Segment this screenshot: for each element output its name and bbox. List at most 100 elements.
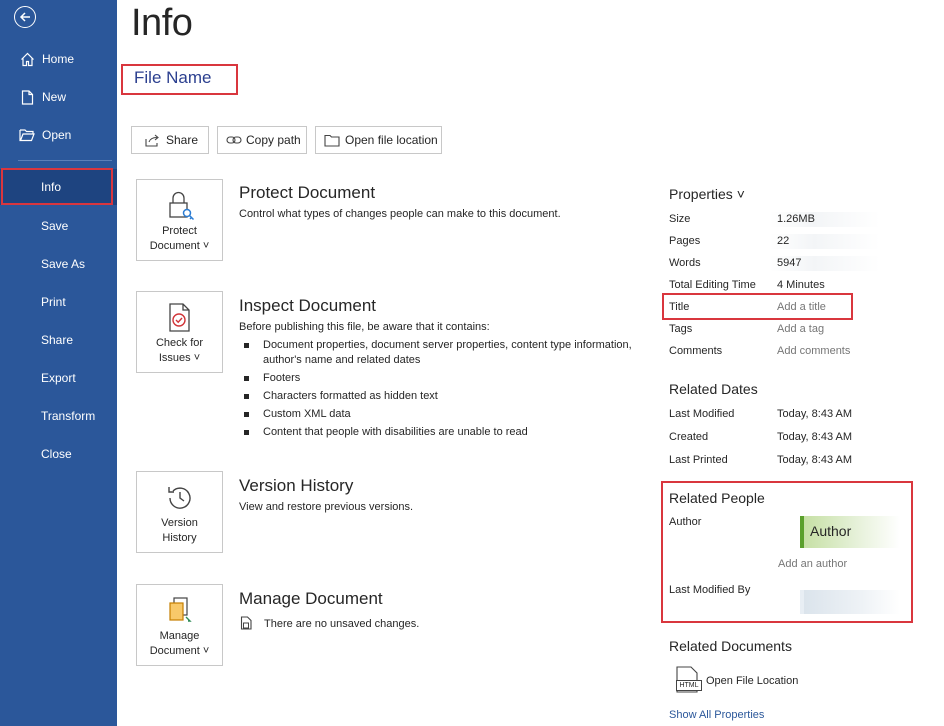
tile-label-line2: History — [162, 532, 197, 544]
sidebar-item-print[interactable]: Print — [0, 283, 117, 321]
sidebar-item-label: Transform — [41, 409, 96, 423]
sidebar-item-label: Save — [41, 219, 69, 233]
show-all-properties-link[interactable]: Show All Properties — [669, 709, 764, 721]
properties-dropdown[interactable]: Properties ˅ — [669, 186, 745, 202]
sidebar-item-label: Share — [41, 333, 74, 347]
sidebar-item-save[interactable]: Save — [0, 207, 117, 245]
lock-key-icon — [163, 189, 197, 223]
html-file-icon: HTML — [674, 666, 702, 694]
version-history-button[interactable]: Version History — [136, 471, 223, 553]
html-badge: HTML — [676, 680, 702, 691]
protect-document-desc: Control what types of changes people can… — [239, 208, 561, 220]
sidebar-item-label: Open — [42, 128, 72, 142]
sidebar-item-label: Close — [41, 447, 72, 461]
list-item: Footers — [243, 371, 653, 386]
version-history-title: Version History — [239, 476, 354, 495]
share-icon — [144, 132, 160, 148]
copy-path-button[interactable]: Copy path — [217, 126, 307, 154]
page-title: Info — [131, 2, 193, 44]
check-for-issues-button[interactable]: Check for Issues ˅ — [136, 291, 223, 373]
property-key-editing-time: Total Editing Time — [669, 279, 756, 291]
related-documents-heading: Related Documents — [669, 638, 792, 654]
tile-label-line1: Manage — [159, 630, 200, 642]
home-icon — [19, 51, 35, 67]
property-key-title: Title — [669, 301, 690, 313]
last-modified-by-label: Last Modified By — [669, 584, 751, 596]
share-button-label: Share — [166, 133, 199, 147]
arrow-left-icon — [19, 12, 30, 22]
sidebar-item-transform[interactable]: Transform — [0, 397, 117, 435]
tile-label-line2: Issues ˅ — [158, 352, 201, 364]
open-file-location-button-label: Open file location — [345, 133, 438, 147]
link-icon — [226, 132, 242, 148]
property-value-words: 5947 — [777, 257, 802, 269]
list-item: Content that people with disabilities ar… — [243, 425, 653, 440]
manage-document-button[interactable]: Manage Document ˅ — [136, 584, 223, 666]
date-key-last-modified: Last Modified — [669, 408, 735, 420]
last-modified-by-value[interactable] — [800, 590, 900, 614]
open-file-location-link[interactable]: Open File Location — [706, 675, 798, 687]
sidebar-item-home[interactable]: Home — [0, 40, 117, 78]
property-value-size: 1.26MB — [777, 213, 815, 225]
backstage-sidebar: Home New Open Info Save Save As Print Sh… — [0, 0, 117, 726]
inspect-document-icon — [163, 301, 197, 335]
folder-open-icon — [19, 127, 35, 143]
file-name[interactable]: File Name — [134, 68, 211, 88]
open-file-location-button[interactable]: Open file location — [315, 126, 442, 154]
copy-path-button-label: Copy path — [246, 133, 301, 147]
list-item: Characters formatted as hidden text — [243, 389, 653, 404]
inspect-document-title: Inspect Document — [239, 296, 377, 315]
tile-label-line2: Document ˅ — [149, 645, 210, 657]
sidebar-item-close[interactable]: Close — [0, 435, 117, 473]
document-status-icon — [240, 616, 254, 630]
sidebar-item-save-as[interactable]: Save As — [0, 245, 117, 283]
date-value-created: Today, 8:43 AM — [777, 431, 853, 443]
related-people-heading: Related People — [669, 490, 765, 506]
list-item: Document properties, document server pro… — [243, 338, 653, 368]
sidebar-item-label: Home — [42, 52, 75, 66]
manage-document-desc: There are no unsaved changes. — [264, 618, 420, 630]
title-input[interactable]: Add a title — [777, 301, 826, 313]
add-author-input[interactable]: Add an author — [778, 558, 847, 570]
tags-input[interactable]: Add a tag — [777, 323, 824, 335]
tile-label-line1: Protect — [162, 225, 197, 237]
protect-document-title: Protect Document — [239, 183, 376, 202]
date-value-last-modified: Today, 8:43 AM — [777, 408, 853, 420]
share-button[interactable]: Share — [131, 126, 209, 154]
property-key-comments: Comments — [669, 345, 723, 357]
back-button[interactable] — [14, 6, 36, 28]
date-value-last-printed: Today, 8:43 AM — [777, 454, 853, 466]
tile-label-line1: Check for — [155, 337, 204, 349]
sidebar-item-export[interactable]: Export — [0, 359, 117, 397]
sidebar-item-label: Export — [41, 371, 76, 385]
version-history-desc: View and restore previous versions. — [239, 501, 414, 513]
related-dates-heading: Related Dates — [669, 381, 758, 397]
tile-label-line1: Version — [161, 517, 198, 529]
sidebar-item-label: Print — [41, 295, 66, 309]
list-item: Custom XML data — [243, 407, 653, 422]
sidebar-item-share[interactable]: Share — [0, 321, 117, 359]
sidebar-item-label: Save As — [41, 257, 86, 271]
sidebar-item-new[interactable]: New — [0, 78, 117, 116]
author-name[interactable]: Author — [800, 516, 900, 548]
new-document-icon — [19, 89, 35, 105]
property-key-words: Words — [669, 257, 701, 269]
history-clock-icon — [163, 481, 197, 515]
comments-input[interactable]: Add comments — [777, 345, 850, 357]
sidebar-item-label: New — [42, 90, 67, 104]
sidebar-item-open[interactable]: Open — [0, 116, 117, 154]
manage-document-icon — [163, 594, 197, 628]
date-key-created: Created — [669, 431, 709, 443]
author-label: Author — [669, 516, 702, 528]
manage-document-title: Manage Document — [239, 589, 383, 608]
folder-icon — [324, 132, 340, 148]
protect-document-button[interactable]: Protect Document ˅ — [136, 179, 223, 261]
property-key-size: Size — [669, 213, 691, 225]
inspect-document-desc: Before publishing this file, be aware th… — [239, 321, 490, 333]
property-key-tags: Tags — [669, 323, 693, 335]
sidebar-divider — [18, 160, 112, 161]
property-value-pages: 22 — [777, 235, 790, 247]
date-key-last-printed: Last Printed — [669, 454, 728, 466]
tile-label-line2: Document ˅ — [149, 240, 210, 252]
property-value-editing-time: 4 Minutes — [777, 279, 825, 291]
